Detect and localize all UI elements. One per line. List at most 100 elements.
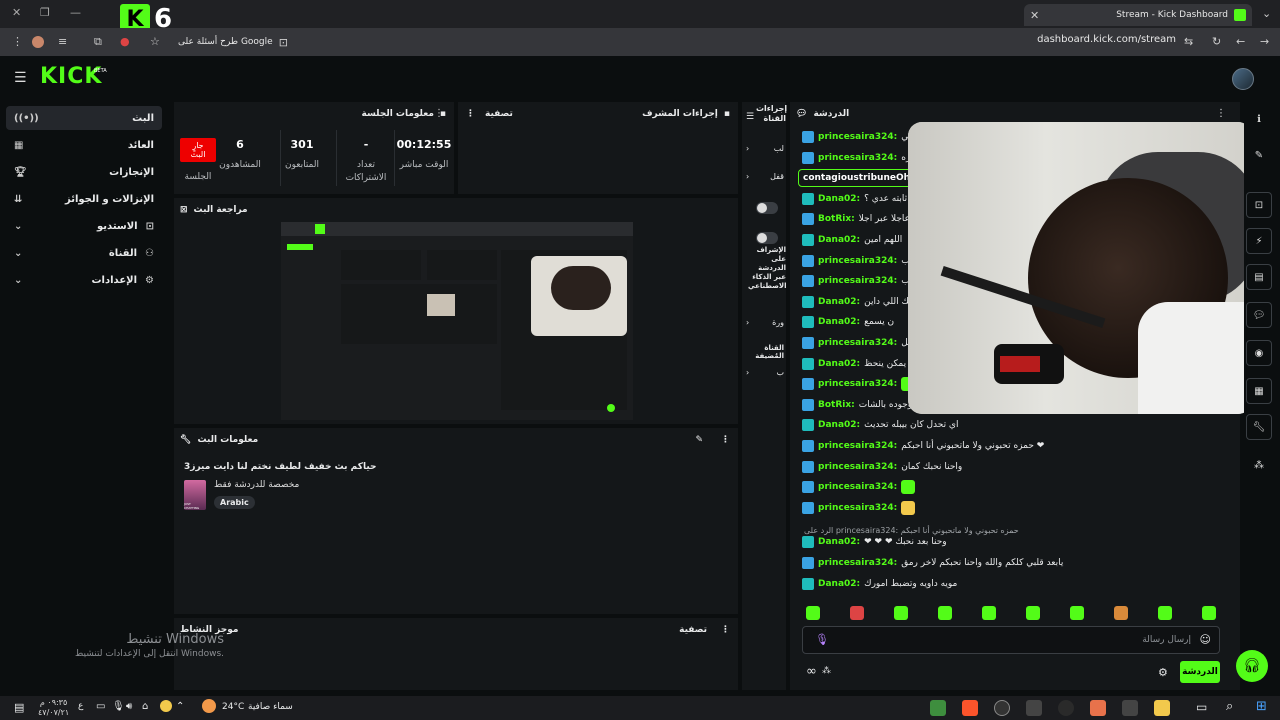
store-app-icon[interactable] [1122,700,1138,716]
info-icon[interactable]: ℹ [1246,106,1272,132]
url-text[interactable]: dashboard.kick.com/stream [1037,34,1176,45]
chat-username[interactable]: princesaira324: [818,482,897,492]
emote-icon[interactable] [1158,606,1172,620]
chat-message[interactable]: Dana02: اللهم امين [802,231,902,249]
chat-username[interactable]: BotRix: [818,214,855,224]
chat-username[interactable]: Dana02: [818,420,860,430]
chat-username[interactable]: princesaira324: [818,462,897,472]
chat-message[interactable]: princesaira324: [802,499,916,517]
sidebar-item-settings[interactable]: ⌄ الإعدادات ⚙ [6,268,162,292]
frame-icon[interactable]: ⊡ [1246,192,1272,218]
google-search-pill[interactable]: طرح أسئلة على Google ⊡ [172,33,294,51]
sidebar-item-channel[interactable]: ⌄ القناة ⚇ [6,241,162,265]
menu-icon[interactable]: ☰ [746,112,754,122]
chat-message[interactable]: princesaira324: حمزه تحبوني ولا ماتحبوني … [802,437,1044,455]
reading-list-icon[interactable]: ≡ [58,35,67,48]
emote-icon[interactable] [806,606,820,620]
chat-username[interactable]: princesaira324: [818,379,897,389]
mic-icon[interactable]: 🎙︎ [815,633,829,646]
search-icon[interactable]: ⌕ [1226,699,1233,714]
sidebar-item-achievements[interactable]: 🏆︎ الإنجازات [6,160,162,184]
chrome-profile-icon[interactable] [1090,700,1106,716]
clock[interactable]: ٠٩:٣٥ م ٤٧/٠٧/٢١ [38,698,69,718]
network-icon[interactable]: ⌂ [142,701,148,712]
toggle-switch[interactable] [756,202,778,214]
brave-app-icon[interactable] [962,700,978,716]
extensions-icon[interactable]: ⧉ [94,35,102,49]
profile-icon[interactable] [32,36,44,48]
close-tab-icon[interactable]: ✕ [1030,9,1039,22]
document-icon[interactable]: ▤ [1246,264,1272,290]
minecraft-app-icon[interactable] [930,700,946,716]
category-name[interactable]: مخصصة للدردشة فقط [214,480,299,490]
record-icon[interactable]: ● [120,35,130,48]
emote-icon[interactable] [1070,606,1084,620]
bolt-icon[interactable]: ⚡︎ [1246,228,1272,254]
battery-icon[interactable]: ▭ [96,701,105,712]
users-icon[interactable]: ⁂ [822,666,831,676]
chat-send-button[interactable]: الدردشة [1180,661,1220,683]
chat-message[interactable]: Dana02: اي تحدل كان بيبله تحديث [802,416,958,434]
tray-app-icon[interactable] [160,700,172,712]
chat-username[interactable]: princesaira324: [818,338,897,348]
stream-preview-video[interactable] [281,222,633,420]
restore-window-icon[interactable]: ❐ [40,6,50,19]
chat-username[interactable]: princesaira324: [818,153,897,163]
sidebar-item-drops[interactable]: ⇊ الإنزالات و الجوائز [6,187,162,211]
chat-message[interactable]: Dana02: مويه داويه وتضبط امورك [802,575,957,593]
chat-message[interactable]: Dana02: ن يسمع [802,313,894,331]
file-explorer-icon[interactable] [1154,700,1170,716]
chat-username[interactable]: Dana02: [818,317,860,327]
chat-message[interactable]: Dana02: صوتك اللي داين [802,293,924,311]
chat-username[interactable]: princesaira324: [818,276,897,286]
back-icon[interactable]: → [1260,35,1269,48]
emote-icon[interactable] [850,606,864,620]
panel-menu-icon[interactable]: ⋮ [434,108,444,119]
chat-message[interactable]: princesaira324: يابعد قلبي كلكم والله واح… [802,554,1063,572]
close-window-icon[interactable]: ✕ [12,6,21,19]
tab-search-icon[interactable]: ⌄ [1262,7,1271,20]
app-icon[interactable] [1058,700,1074,716]
show-hidden-icon[interactable]: ⌃ [176,701,184,712]
windows-start-icon[interactable]: ⊞ [1256,699,1267,714]
sidebar-item-studio[interactable]: ⌄ الاستديو ⊡ [6,214,162,238]
chat-icon[interactable]: 💬︎ [1246,302,1272,328]
channel-action-item[interactable]: › ب [746,368,784,377]
bookmark-star-icon[interactable]: ☆ [150,35,160,48]
filter-label[interactable]: تصفية [485,109,513,119]
category-thumbnail[interactable]: JUST CHATTING [184,480,206,510]
reload-icon[interactable]: ↻ [1212,35,1221,48]
chat-username[interactable]: princesaira324: [818,132,897,142]
chat-input[interactable]: 🎙︎ إرسال رسالة ☺ [802,626,1220,654]
panel-menu-icon[interactable]: ⋮ [721,435,730,445]
chat-username[interactable]: Dana02: [818,537,860,547]
user-avatar[interactable] [1232,68,1254,90]
sidebar-item-broadcast[interactable]: ((•)) البث [6,106,162,130]
chat-username[interactable]: BotRix: [818,400,855,410]
channel-action-item[interactable]: › ورة [746,318,784,327]
channel-action-item[interactable]: › لب [746,144,784,153]
notification-icon[interactable]: ▤ [14,701,24,714]
forward-icon[interactable]: ← [1236,35,1245,48]
emote-icon[interactable] [894,606,908,620]
chat-username[interactable]: princesaira324: [818,558,897,568]
emoji-icon[interactable]: ☺ [1200,633,1211,646]
emote-icon[interactable] [938,606,952,620]
chat-menu-icon[interactable]: ⋮ [1216,108,1226,119]
chat-username[interactable]: Dana02: [818,579,860,589]
pencil-icon[interactable]: ✎ [1246,142,1272,168]
layout-icon[interactable]: ▦ [1246,378,1272,404]
emote-icon[interactable] [1026,606,1040,620]
chat-message[interactable]: princesaira324: واحنا نحبك كمان [802,458,962,476]
menu-dots-icon[interactable]: ⋮ [12,35,23,48]
active-tab[interactable]: ✕ Stream - Kick Dashboard [1024,4,1252,26]
mic-tray-icon[interactable]: 🎙︎ [112,701,125,712]
ai-moderation-toggle[interactable] [756,232,778,244]
language-indicator[interactable]: ع [78,701,83,711]
chat-username[interactable]: Dana02: [818,194,860,204]
panel-menu-icon[interactable]: ⋮ [466,109,475,119]
task-view-icon[interactable]: ▭ [1196,700,1207,714]
chat-username[interactable]: princesaira324: [818,503,897,513]
chat-message[interactable]: princesaira324:يالرب [802,252,923,270]
emote-icon[interactable] [1114,606,1128,620]
